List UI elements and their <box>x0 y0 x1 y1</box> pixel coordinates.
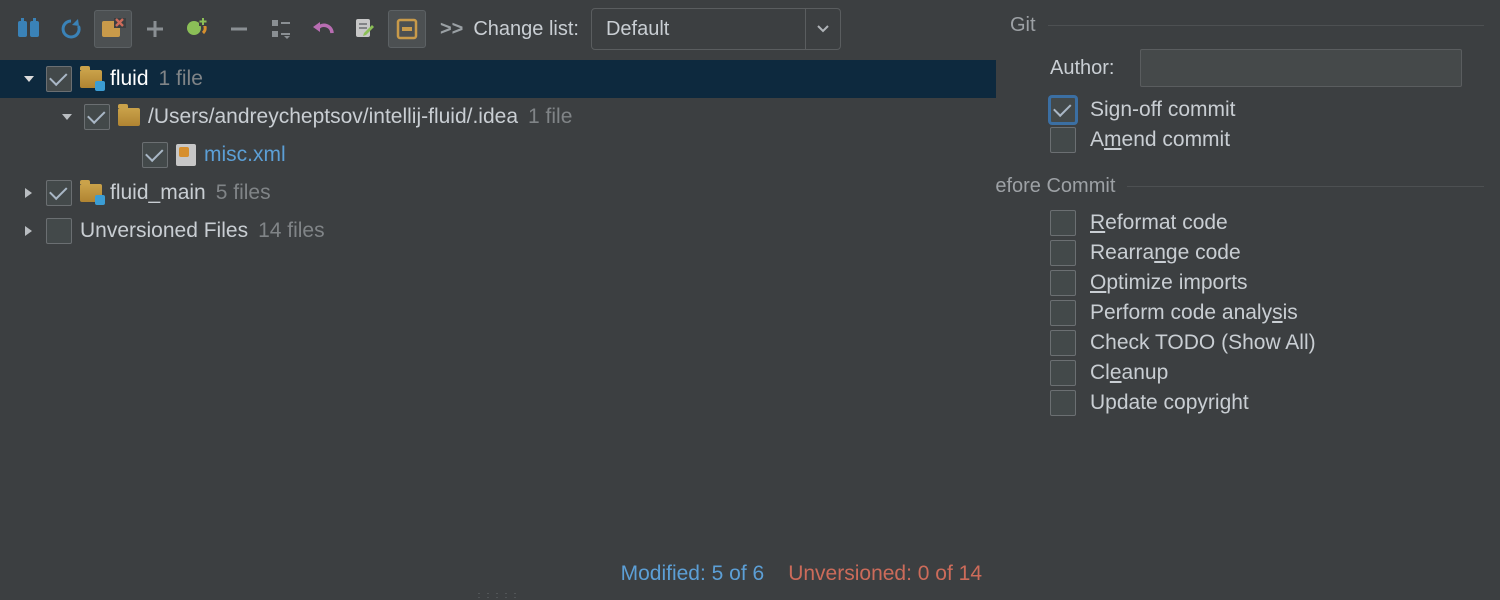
git-section-header: Git <box>1010 14 1484 37</box>
author-input[interactable] <box>1140 49 1462 87</box>
sign-off-option[interactable]: Sign-off commit <box>1050 97 1484 123</box>
module-folder-icon <box>80 184 102 202</box>
undo-icon[interactable] <box>304 10 342 48</box>
optimize-imports-option[interactable]: Optimize imports <box>1050 270 1484 296</box>
checkbox[interactable] <box>1050 300 1076 326</box>
expand-toggle[interactable] <box>18 187 40 199</box>
node-label: misc.xml <box>204 143 286 167</box>
modified-status: Modified: 5 of 6 <box>621 562 765 586</box>
module-folder-icon <box>80 70 102 88</box>
amend-option[interactable]: Amend commit <box>1050 127 1484 153</box>
checkbox[interactable] <box>46 180 72 206</box>
checkbox[interactable] <box>1050 390 1076 416</box>
checkbox[interactable] <box>1050 330 1076 356</box>
remove-icon[interactable] <box>220 10 258 48</box>
status-bar: Modified: 5 of 6 Unversioned: 0 of 14 <box>0 554 996 592</box>
author-label: Author: <box>1050 57 1140 80</box>
checkbox[interactable] <box>1050 97 1076 123</box>
commit-toolbar: >> Change list: Default <box>0 0 996 60</box>
commit-options-panel: Git Author: Sign-off commit Amend commit… <box>996 0 1500 600</box>
checkbox[interactable] <box>1050 240 1076 266</box>
unversioned-status: Unversioned: 0 of 14 <box>788 562 982 586</box>
node-label: /Users/andreycheptsov/intellij-fluid/.id… <box>148 105 518 129</box>
checkbox[interactable] <box>1050 210 1076 236</box>
check-todo-option[interactable]: Check TODO (Show All) <box>1050 330 1484 356</box>
changelist-label: Change list: <box>473 18 579 41</box>
tree-node-fluid-main[interactable]: fluid_main 5 files <box>0 174 996 212</box>
reformat-option[interactable]: Reformat code <box>1050 210 1484 236</box>
checkbox[interactable] <box>1050 360 1076 386</box>
tree-node-fluid[interactable]: fluid 1 file <box>0 60 996 98</box>
expand-collapse-icon[interactable] <box>388 10 426 48</box>
resize-grip[interactable]: : : : : : <box>0 590 996 600</box>
node-label: fluid <box>110 67 149 91</box>
node-count: 5 files <box>216 181 271 205</box>
checkbox[interactable] <box>84 104 110 130</box>
expand-toggle[interactable] <box>18 225 40 237</box>
checkbox[interactable] <box>1050 127 1076 153</box>
update-copyright-option[interactable]: Update copyright <box>1050 390 1484 416</box>
node-count: 1 file <box>528 105 572 129</box>
add-icon[interactable] <box>136 10 174 48</box>
expand-toggle[interactable] <box>18 73 40 85</box>
cleanup-option[interactable]: Cleanup <box>1050 360 1484 386</box>
tree-node-misc-xml[interactable]: misc.xml <box>0 136 996 174</box>
node-count: 1 file <box>159 67 203 91</box>
folder-icon <box>118 108 140 126</box>
author-row: Author: <box>1050 49 1484 87</box>
node-label: fluid_main <box>110 181 206 205</box>
tree-node-unversioned[interactable]: Unversioned Files 14 files <box>0 212 996 250</box>
expand-toggle[interactable] <box>56 111 78 123</box>
refresh-icon[interactable] <box>52 10 90 48</box>
checkbox[interactable] <box>142 142 168 168</box>
group-by-icon[interactable] <box>262 10 300 48</box>
edit-source-icon[interactable] <box>346 10 384 48</box>
tree-node-idea-folder[interactable]: /Users/andreycheptsov/intellij-fluid/.id… <box>0 98 996 136</box>
xml-file-icon <box>176 144 196 166</box>
changes-tree: fluid 1 file /Users/andreycheptsov/intel… <box>0 60 996 554</box>
changelist-combo[interactable]: Default <box>591 8 841 50</box>
rearrange-option[interactable]: Rearrange code <box>1050 240 1484 266</box>
new-changelist-icon[interactable] <box>178 10 216 48</box>
show-diff-icon[interactable] <box>10 10 48 48</box>
rollback-icon[interactable] <box>94 10 132 48</box>
node-label: Unversioned Files <box>80 219 248 243</box>
node-count: 14 files <box>258 219 325 243</box>
checkbox[interactable] <box>46 66 72 92</box>
checkbox[interactable] <box>1050 270 1076 296</box>
checkbox[interactable] <box>46 218 72 244</box>
before-commit-header: Before Commit <box>982 175 1484 198</box>
changelist-value: Default <box>592 18 805 41</box>
code-analysis-option[interactable]: Perform code analysis <box>1050 300 1484 326</box>
toolbar-overflow-icon[interactable]: >> <box>430 18 469 41</box>
chevron-down-icon <box>805 9 840 49</box>
